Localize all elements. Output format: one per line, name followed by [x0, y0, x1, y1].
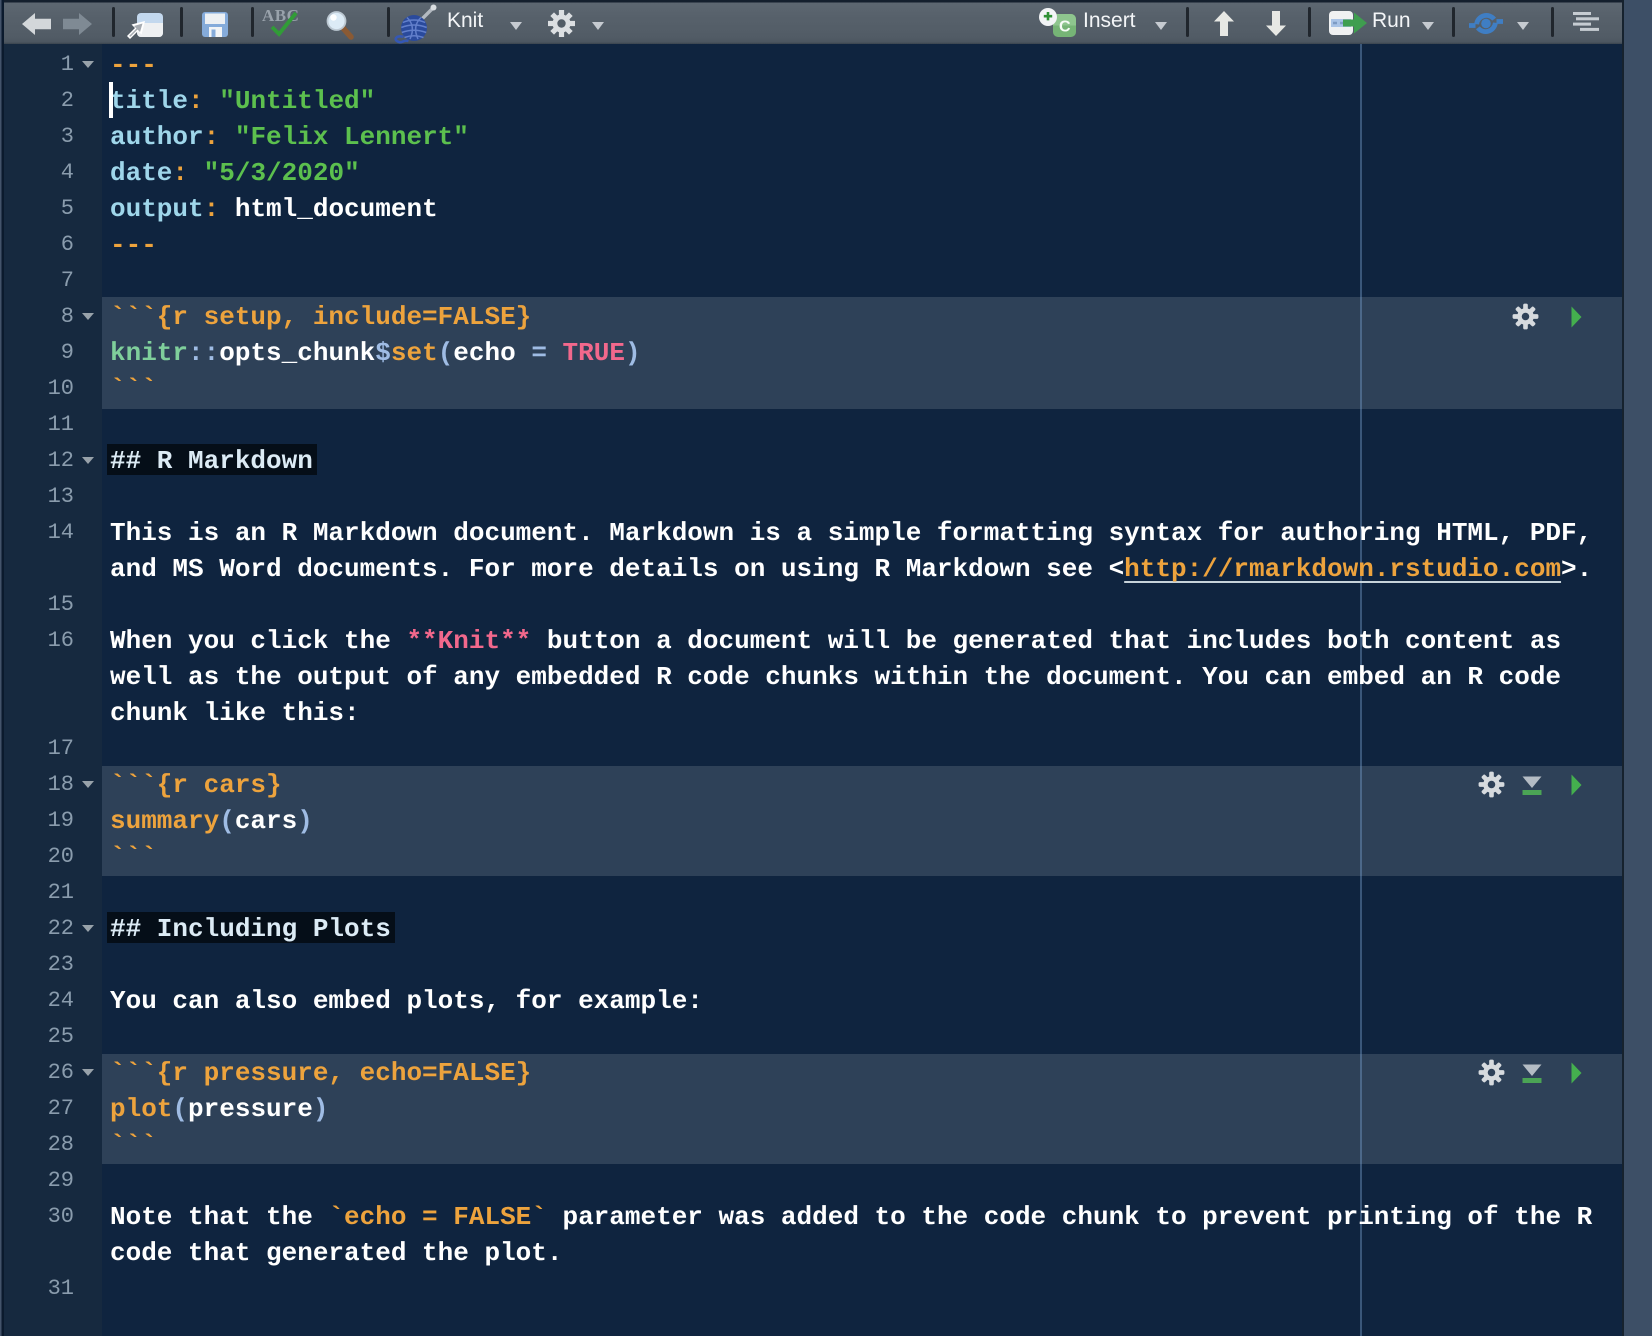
svg-text:C: C [1059, 19, 1071, 36]
